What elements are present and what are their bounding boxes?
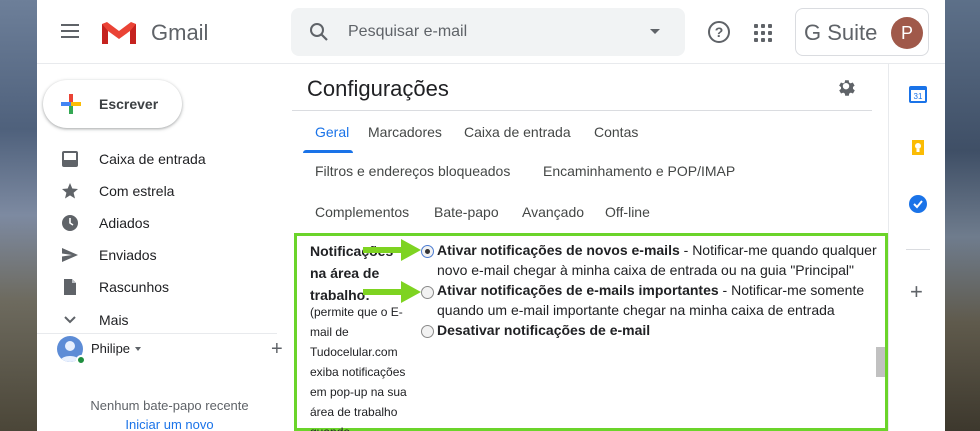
sidebar-item-label: Enviados	[99, 247, 157, 263]
keep-icon[interactable]	[908, 139, 928, 159]
page-title: Configurações	[307, 76, 449, 101]
apps-grid-icon[interactable]	[754, 24, 772, 42]
setting-description: (permite que o E-mail de Tudocelular.com…	[310, 305, 407, 431]
chevron-down-icon	[64, 316, 76, 324]
compose-label: Escrever	[99, 96, 159, 112]
tab-chat[interactable]: Bate-papo	[434, 204, 499, 220]
online-status-icon	[76, 355, 86, 365]
option-title: Ativar notificações de novos e-mails	[437, 242, 680, 258]
radio-disable-notifications[interactable]	[421, 325, 434, 338]
search-bar[interactable]: Pesquisar e-mail	[291, 8, 685, 56]
sidebar-item-label: Rascunhos	[99, 279, 170, 295]
tab-labels[interactable]: Marcadores	[368, 124, 442, 140]
clock-icon	[62, 215, 78, 231]
sidebar-divider	[37, 333, 277, 334]
scrollbar-thumb[interactable]	[876, 347, 885, 377]
tab-forwarding[interactable]: Encaminhamento e POP/IMAP	[543, 163, 735, 179]
sidebar-item-label: Adiados	[99, 215, 150, 231]
compose-button[interactable]: Escrever	[43, 80, 182, 128]
user-status-caret-icon[interactable]	[135, 347, 141, 351]
account-avatar[interactable]: P	[891, 17, 923, 49]
top-bar: Gmail Pesquisar e-mail ? G Suite P	[37, 0, 945, 64]
option-title: Desativar notificações de e-mail	[437, 322, 651, 338]
search-input[interactable]: Pesquisar e-mail	[348, 23, 467, 41]
sidebar-item-sent[interactable]: Enviados	[37, 239, 277, 271]
search-options-caret-icon[interactable]	[650, 29, 660, 34]
chat-empty-message: Nenhum bate-papo recente	[90, 398, 249, 413]
title-divider	[292, 110, 872, 111]
tab-accounts[interactable]: Contas	[594, 124, 638, 140]
sidebar-item-label: Caixa de entrada	[99, 151, 206, 167]
sidebar-item-more[interactable]: Mais	[37, 304, 277, 336]
desktop-background-left	[0, 0, 37, 431]
radio-important-mail[interactable]	[421, 286, 434, 299]
tab-inbox[interactable]: Caixa de entrada	[464, 124, 571, 140]
calendar-day: 31	[914, 92, 923, 101]
gsuite-logo: G Suite	[804, 20, 878, 45]
chat-user-row[interactable]: Philipe +	[57, 336, 283, 366]
sidebar-item-starred[interactable]: Com estrela	[37, 175, 277, 207]
search-icon[interactable]	[309, 22, 329, 42]
annotation-arrow-icon	[363, 281, 421, 303]
tab-offline[interactable]: Off-line	[605, 204, 650, 220]
desktop-background-right	[945, 0, 980, 431]
settings-panel: Configurações Geral Marcadores Caixa de …	[292, 64, 888, 431]
app-name: Gmail	[151, 20, 209, 45]
tab-advanced[interactable]: Avançado	[522, 204, 584, 220]
start-chat-link[interactable]: Iniciar um novo	[37, 417, 302, 431]
sidebar-item-inbox[interactable]: Caixa de entrada	[37, 143, 277, 175]
side-panel: 31 +	[888, 64, 945, 431]
gsuite-account-box[interactable]: G Suite P	[795, 8, 929, 56]
option-new-mail: Ativar notificações de novos e-mails - N…	[437, 240, 877, 280]
add-chat-icon[interactable]: +	[271, 338, 283, 361]
gmail-window: Gmail Pesquisar e-mail ? G Suite P Escre…	[37, 0, 945, 431]
get-addons-icon[interactable]: +	[910, 281, 923, 303]
send-icon	[62, 248, 78, 262]
active-tab-indicator	[303, 150, 353, 153]
tab-filters[interactable]: Filtros e endereços bloqueados	[315, 163, 510, 179]
compose-plus-icon	[61, 94, 81, 114]
main-menu-icon[interactable]	[61, 24, 79, 38]
sidebar-item-label: Com estrela	[99, 183, 175, 199]
tab-addons[interactable]: Complementos	[315, 204, 409, 220]
radio-new-mail[interactable]	[421, 245, 434, 258]
sidebar-item-snoozed[interactable]: Adiados	[37, 207, 277, 239]
draft-icon	[64, 279, 76, 295]
tab-general[interactable]: Geral	[315, 124, 349, 140]
annotation-arrow-icon	[363, 239, 421, 261]
calendar-icon[interactable]: 31	[908, 84, 928, 104]
gear-icon[interactable]	[835, 77, 857, 99]
side-panel-divider	[906, 249, 930, 250]
star-icon	[62, 183, 78, 199]
tasks-icon[interactable]	[908, 194, 928, 214]
inbox-icon	[62, 151, 78, 167]
sidebar-item-drafts[interactable]: Rascunhos	[37, 271, 277, 303]
user-name: Philipe	[91, 341, 131, 356]
option-important-mail: Ativar notificações de e-mails important…	[437, 280, 877, 320]
sidebar-item-label: Mais	[99, 312, 129, 328]
option-disable-notifications: Desativar notificações de e-mail	[437, 320, 877, 340]
gmail-logo-icon[interactable]	[100, 20, 138, 46]
option-title: Ativar notificações de e-mails important…	[437, 282, 719, 298]
help-icon[interactable]: ?	[708, 21, 730, 43]
